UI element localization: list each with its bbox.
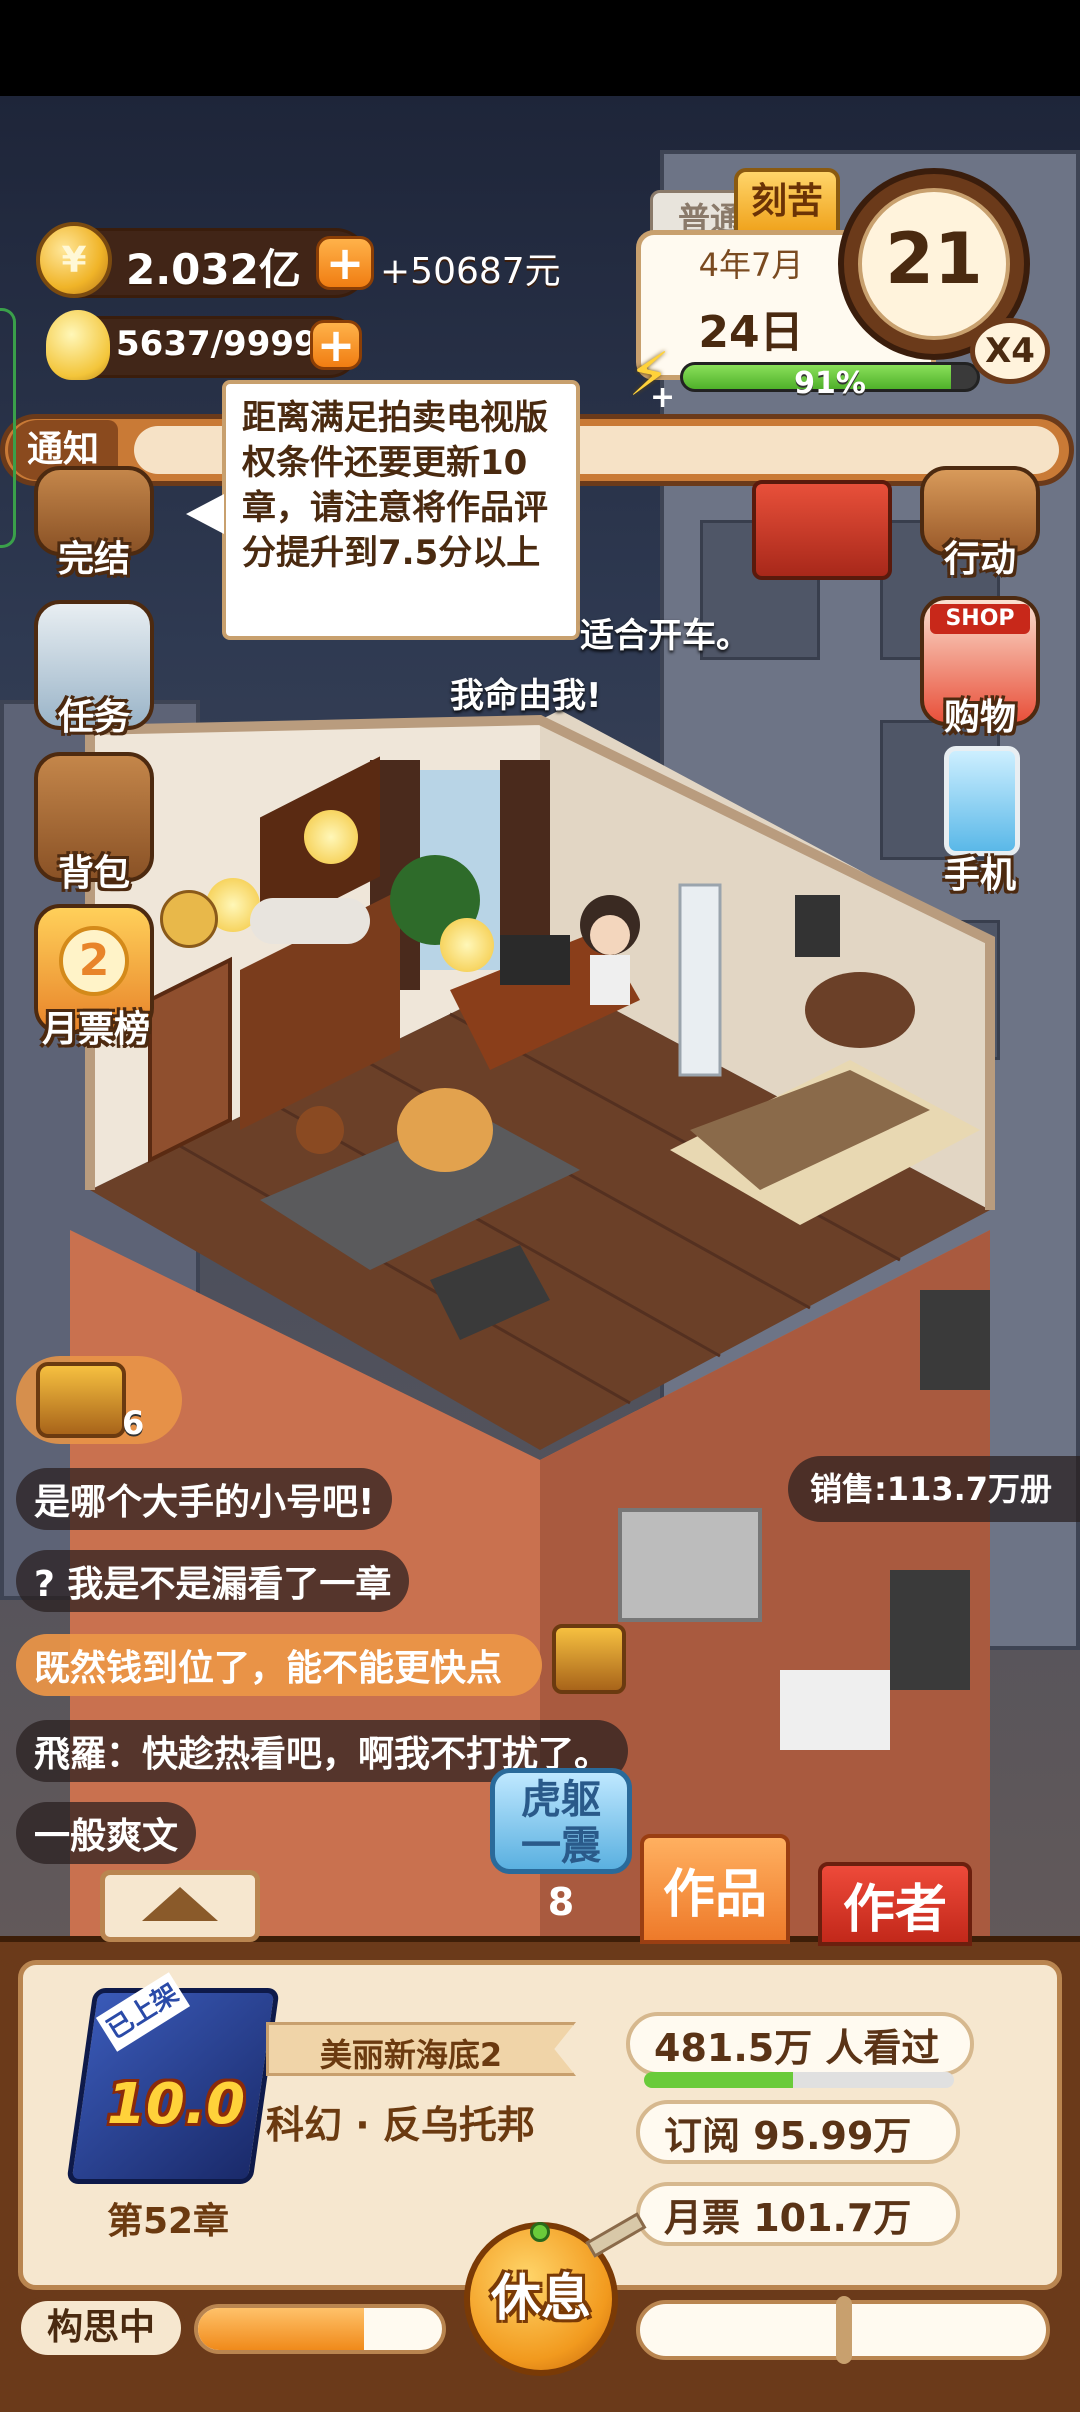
speech-bubble xyxy=(250,898,370,944)
energy-percent: 91% xyxy=(794,366,866,401)
book-genre: 科幻 · 反乌托邦 xyxy=(266,2103,535,2147)
writing-progress-fill xyxy=(198,2308,364,2350)
add-gold-button[interactable]: + xyxy=(316,236,374,290)
skill-label-line2: 一震 xyxy=(521,1823,601,1869)
subscriptions-pill: 订阅 95.99万 xyxy=(636,2100,960,2164)
timer-value: 21 xyxy=(885,218,983,300)
shop-label: 购物 xyxy=(943,697,1016,738)
chat-message: 一般爽文 xyxy=(16,1802,197,1864)
arrow-up-icon xyxy=(142,1887,218,1921)
floating-comment: 适合开车。 xyxy=(580,616,750,656)
date-month: 4年7月 xyxy=(698,246,804,284)
chat-message: 是哪个大手的小号吧! xyxy=(16,1468,393,1530)
gold-coin-symbol: ¥ xyxy=(61,239,87,281)
inspiration-value: 5637/9999 xyxy=(116,324,318,364)
edge-tab[interactable] xyxy=(0,308,16,548)
lightbulb-icon[interactable] xyxy=(304,810,358,864)
writing-progress-bar xyxy=(194,2304,446,2354)
rest-indicator-dot xyxy=(530,2222,550,2242)
chat-message: ? 我是不是漏看了一章 xyxy=(16,1550,410,1612)
floating-comment: 我命由我! xyxy=(450,676,602,716)
backpack-label: 背包 xyxy=(57,853,130,894)
speed-button[interactable]: X4 xyxy=(970,318,1050,384)
action-label: 行动 xyxy=(943,539,1016,580)
book-title: 美丽新海底2 xyxy=(319,2036,503,2074)
task-label: 任务 xyxy=(57,697,130,738)
coin-icon[interactable] xyxy=(160,890,218,948)
timeline-marker xyxy=(836,2296,852,2364)
shop-icon: SHOP xyxy=(930,604,1030,634)
views-pill: 481.5万 人看过 xyxy=(626,2012,974,2076)
collapse-button[interactable] xyxy=(100,1870,260,1942)
skill-button[interactable]: 虎躯 一震 xyxy=(490,1768,632,1874)
notice-tooltip: 距离满足拍卖电视版权条件还要更新10章，请注意将作品评分提升到7.5分以上 xyxy=(222,380,580,640)
phone-icon[interactable] xyxy=(944,746,1020,856)
sales-label: 销售:113.7万册 xyxy=(788,1456,1080,1522)
lightbulb-icon xyxy=(46,310,110,380)
add-energy-plus[interactable]: + xyxy=(650,380,675,415)
gold-income: +50687元 xyxy=(380,251,561,292)
lightbulb-icon[interactable] xyxy=(440,918,494,972)
treasure-chest-icon[interactable] xyxy=(36,1362,126,1438)
status-bar xyxy=(0,0,1080,96)
treasure-count: 6 xyxy=(122,1404,145,1442)
tab-works[interactable]: 作品 xyxy=(640,1834,790,1944)
chapter-label: 第52章 xyxy=(106,2201,230,2242)
monthly-tickets-pill: 月票 101.7万 xyxy=(636,2182,960,2246)
trophy-shelf-button[interactable] xyxy=(752,480,892,580)
ranking-label: 月票榜 xyxy=(41,1009,150,1050)
status-label: 构思中 xyxy=(16,2296,186,2360)
finish-label: 完结 xyxy=(57,539,130,580)
skill-label-line1: 虎躯 xyxy=(521,1777,601,1823)
views-bar-fill xyxy=(644,2072,793,2088)
tab-author[interactable]: 作者 xyxy=(818,1862,972,1946)
mode-tab-hard[interactable]: 刻苦 xyxy=(734,168,840,234)
gold-coin-icon: ¥ xyxy=(36,222,112,298)
treasure-chest-icon[interactable] xyxy=(552,1624,626,1694)
book-rating: 10.0 xyxy=(106,2072,246,2137)
skill-count: 8 xyxy=(547,1880,575,1924)
chat-message-highlight: 既然钱到位了，能不能更快点 xyxy=(16,1634,543,1696)
add-inspiration-button[interactable]: + xyxy=(310,320,362,370)
views-bar xyxy=(644,2072,954,2088)
tooltip-pointer xyxy=(186,494,224,534)
ticket-ranking-icon: 2 xyxy=(59,926,129,996)
phone-label: 手机 xyxy=(943,855,1016,896)
gold-amount: 2.032亿 xyxy=(126,245,301,294)
